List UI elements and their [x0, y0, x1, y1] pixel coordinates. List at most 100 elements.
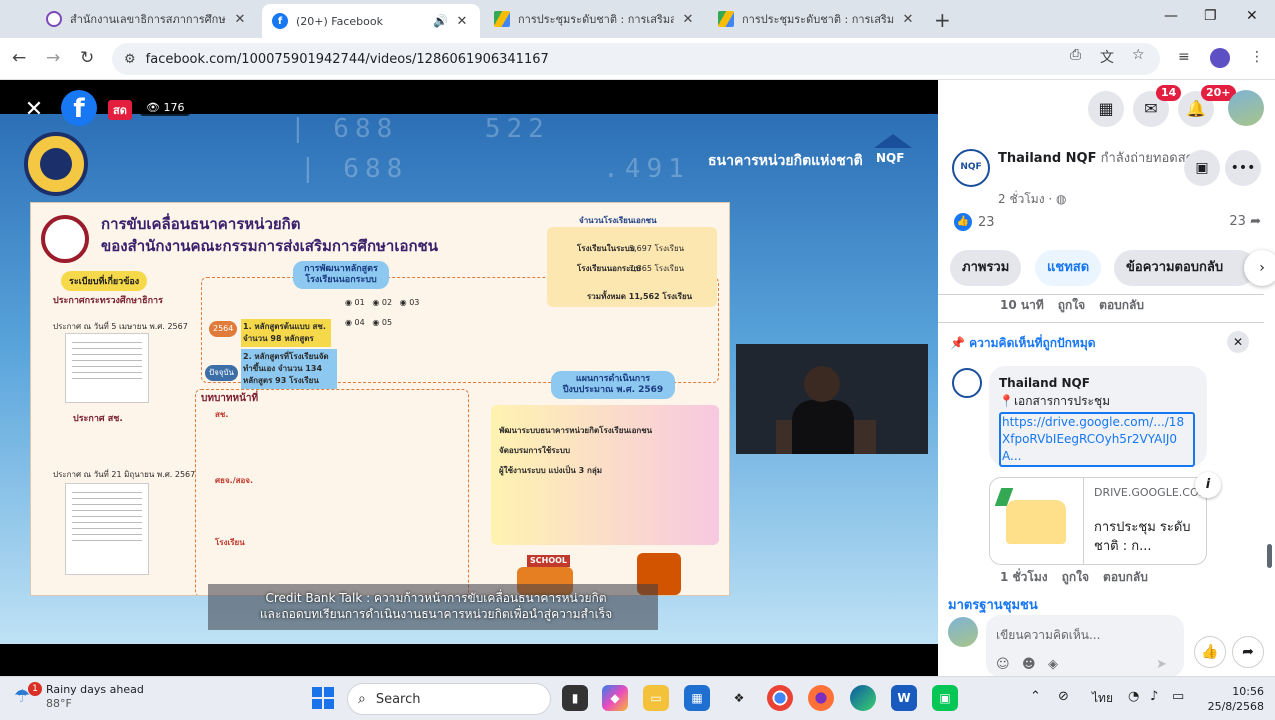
comments-scrollbar[interactable] [1265, 298, 1273, 586]
close-tab-icon[interactable]: ✕ [232, 12, 248, 27]
close-window-icon[interactable]: ✕ [1246, 8, 1258, 24]
translate-icon[interactable]: 文 [1100, 47, 1114, 67]
new-tab-button[interactable]: + [934, 8, 951, 32]
scrollbar-thumb[interactable] [1267, 544, 1272, 568]
file-explorer-icon[interactable]: ▭ [643, 685, 669, 711]
page-name[interactable]: Thailand NQF [998, 151, 1096, 166]
slide-emblem [41, 215, 89, 263]
page-avatar[interactable] [952, 149, 990, 187]
edu-icon [46, 11, 62, 27]
announcement-2-title: ประกาศ สช. [73, 414, 123, 424]
site-settings-icon[interactable]: ⚙ [124, 52, 136, 67]
word-icon[interactable]: W [891, 685, 917, 711]
menu-icon[interactable]: ⋮ [1250, 49, 1264, 65]
chrome-icon[interactable] [767, 685, 793, 711]
tab-strip: สำนักงานเลขาธิการสภาการศึกษา :: ส ✕ f (2… [0, 0, 1275, 38]
menu-grid-icon[interactable]: ▦ [1088, 91, 1124, 127]
dropbox-icon[interactable]: ❖ [726, 685, 752, 711]
page-header: Thailand NQF กำลังถ่ายทอดสด [998, 150, 1198, 168]
role-2: ศธจ./สอจ. [215, 476, 254, 485]
comment-input[interactable]: เขียนความคิดเห็น... ☺ ☻ ◈ ➤ [986, 615, 1184, 677]
like-button-icon[interactable]: 👍 [1194, 636, 1226, 668]
rain-icon: ☂ 1 [14, 682, 42, 708]
comment-author[interactable]: Thailand NQF [999, 374, 1197, 392]
send-icon[interactable]: ➤ [1156, 657, 1167, 672]
reply-link[interactable]: ตอบกลับ [1099, 298, 1144, 312]
plan-1: พัฒนาระบบธนาคารหน่วยกิตโรงเรียนเอกชน [499, 426, 653, 435]
speaker-icon[interactable]: 🔊 [433, 14, 448, 28]
share-button-icon[interactable]: ➦ [1232, 636, 1264, 668]
info-icon[interactable]: i [1195, 472, 1221, 498]
sticker-icon[interactable]: ◈ [1048, 657, 1058, 672]
close-tab-icon[interactable]: ✕ [680, 12, 696, 27]
microsoft-store-icon[interactable]: ▦ [684, 685, 710, 711]
wifi-icon[interactable]: ◔ [1128, 689, 1139, 704]
emoji-icon[interactable]: ☻ [1022, 657, 1036, 672]
chevron-right-icon[interactable]: › [1244, 250, 1275, 286]
comment-time: 1 ชั่วโมง [1000, 570, 1048, 584]
facebook-logo[interactable]: f [61, 90, 97, 126]
speaker-body [792, 400, 854, 454]
avatar-sticker-icon[interactable]: ☺ [996, 657, 1010, 672]
input-language[interactable]: ไทย [1092, 689, 1113, 708]
install-app-icon[interactable]: ⎙ [1070, 47, 1081, 63]
browser-tab-1[interactable]: สำนักงานเลขาธิการสภาการศึกษา :: ส ✕ [36, 4, 258, 34]
battery-icon[interactable]: ▭ [1172, 689, 1184, 704]
reply-link[interactable]: ตอบกลับ [1103, 570, 1148, 584]
compose-avatar[interactable] [948, 617, 978, 647]
close-video-icon[interactable]: ✕ [18, 94, 50, 126]
tray-chevron-icon[interactable]: ⌃ [1030, 689, 1041, 704]
subtitle-line2: และถอดบทเรียนการดำเนินงานธนาคารหน่วยกิตเ… [259, 607, 613, 621]
weather-widget[interactable]: ☂ 1 Rainy days ahead 88°F [14, 682, 144, 711]
system-clock[interactable]: 10:56 25/8/2568 [1200, 684, 1264, 714]
link-preview-image [990, 478, 1084, 564]
close-tab-icon[interactable]: ✕ [454, 14, 470, 29]
tab-overview[interactable]: ภาพรวม [950, 250, 1022, 286]
edge-icon[interactable] [850, 685, 876, 711]
reactions[interactable]: 👍 23 [954, 213, 995, 231]
regulations-label: ระเบียบที่เกี่ยวข้อง [61, 271, 148, 291]
minimize-icon[interactable]: — [1164, 8, 1178, 24]
profile-avatar-icon[interactable] [1210, 48, 1230, 68]
close-pinned-icon[interactable]: ✕ [1227, 331, 1249, 353]
account-avatar[interactable] [1228, 90, 1264, 126]
brand-text: ธนาคารหน่วยกิตแห่งชาติ [708, 153, 863, 169]
task-view-icon[interactable]: ▮ [562, 685, 588, 711]
copilot-icon[interactable]: ◆ [602, 685, 628, 711]
windows-start-icon[interactable] [312, 687, 334, 709]
media-queue-icon[interactable]: ≡ [1178, 49, 1190, 65]
reload-icon[interactable]: ↻ [80, 48, 94, 68]
restore-icon[interactable]: ❐ [1204, 8, 1217, 24]
back-icon[interactable]: ← [12, 48, 26, 68]
firefox-icon[interactable] [808, 685, 834, 711]
next-commenter-name[interactable]: มาตรฐานชุมชน [948, 594, 1038, 615]
network-off-icon[interactable]: ⊘ [1058, 689, 1069, 704]
video-player[interactable]: ∣ 688 522 ∣ 688 .491 ธนาคารหน่วยกิตแห่งช… [0, 80, 938, 676]
browser-tab-3[interactable]: การประชุมระดับชาติ : การเสริมสร้างห ✕ [484, 4, 706, 34]
save-post-icon[interactable]: ▣ [1184, 150, 1220, 186]
more-options-icon[interactable]: ••• [1225, 150, 1261, 186]
plan-3: ผู้ใช้งานระบบ แบ่งเป็น 3 กลุ่ม [499, 466, 603, 475]
browser-tab-2[interactable]: f (20+) Facebook 🔊 ✕ [262, 4, 480, 38]
forward-icon[interactable]: → [46, 48, 60, 68]
volume-icon[interactable]: ♪ [1150, 689, 1158, 704]
course-2: 2. หลักสูตรที่โรงเรียนจัดทำขึ้นเอง จำนวน… [241, 349, 337, 389]
like-link[interactable]: ถูกใจ [1062, 570, 1089, 584]
bookmark-star-icon[interactable]: ☆ [1132, 47, 1145, 63]
taskbar-search[interactable]: ⌕ Search [347, 683, 551, 715]
backdrop-digits: ∣ 688 .491 [300, 154, 690, 184]
curriculum-steps: ◉ 01 ◉ 02 ◉ 03 ◉ 04 ◉ 05 [345, 298, 420, 327]
close-tab-icon[interactable]: ✕ [900, 12, 916, 27]
share-count[interactable]: 23 ➦ [1229, 214, 1261, 229]
like-link[interactable]: ถูกใจ [1058, 298, 1085, 312]
link-preview-card[interactable]: DRIVE.GOOGLE.COM การประชุม ระดับชาติ : ก… [989, 477, 1207, 565]
school-count-label: จำนวนโรงเรียนเอกชน [579, 216, 657, 225]
comment-avatar[interactable] [952, 368, 982, 398]
browser-tab-4[interactable]: การประชุมระดับชาติ : การเสริมสร้างห ✕ [708, 4, 926, 34]
viewer-count-value: 176 [163, 101, 185, 114]
tab-replies[interactable]: ข้อความตอบกลับ [1114, 250, 1256, 286]
comment-link[interactable]: https://drive.google.com/.../18XfpoRVbIE… [999, 412, 1195, 467]
address-bar[interactable]: ⚙ facebook.com/100075901942744/videos/12… [112, 43, 1160, 75]
tab-live-chat[interactable]: แชทสด [1035, 250, 1102, 286]
line-icon[interactable]: ▣ [932, 685, 958, 711]
